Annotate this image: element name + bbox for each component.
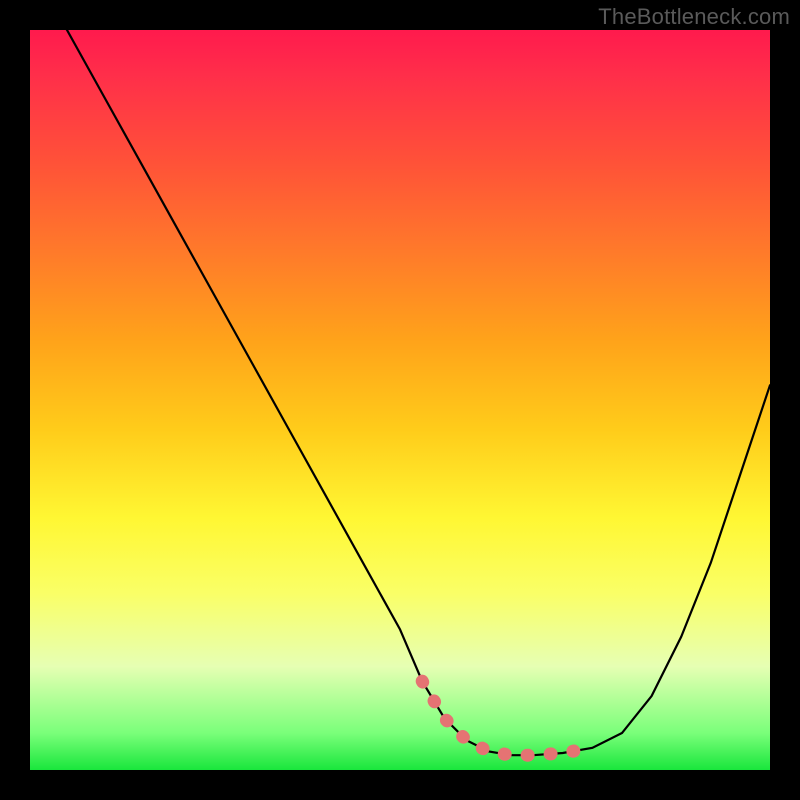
chart-frame: TheBottleneck.com	[0, 0, 800, 800]
plot-area	[30, 30, 770, 770]
chart-svg	[30, 30, 770, 770]
watermark-text: TheBottleneck.com	[598, 4, 790, 30]
highlight-segment	[422, 681, 577, 755]
bottleneck-curve	[30, 30, 770, 755]
